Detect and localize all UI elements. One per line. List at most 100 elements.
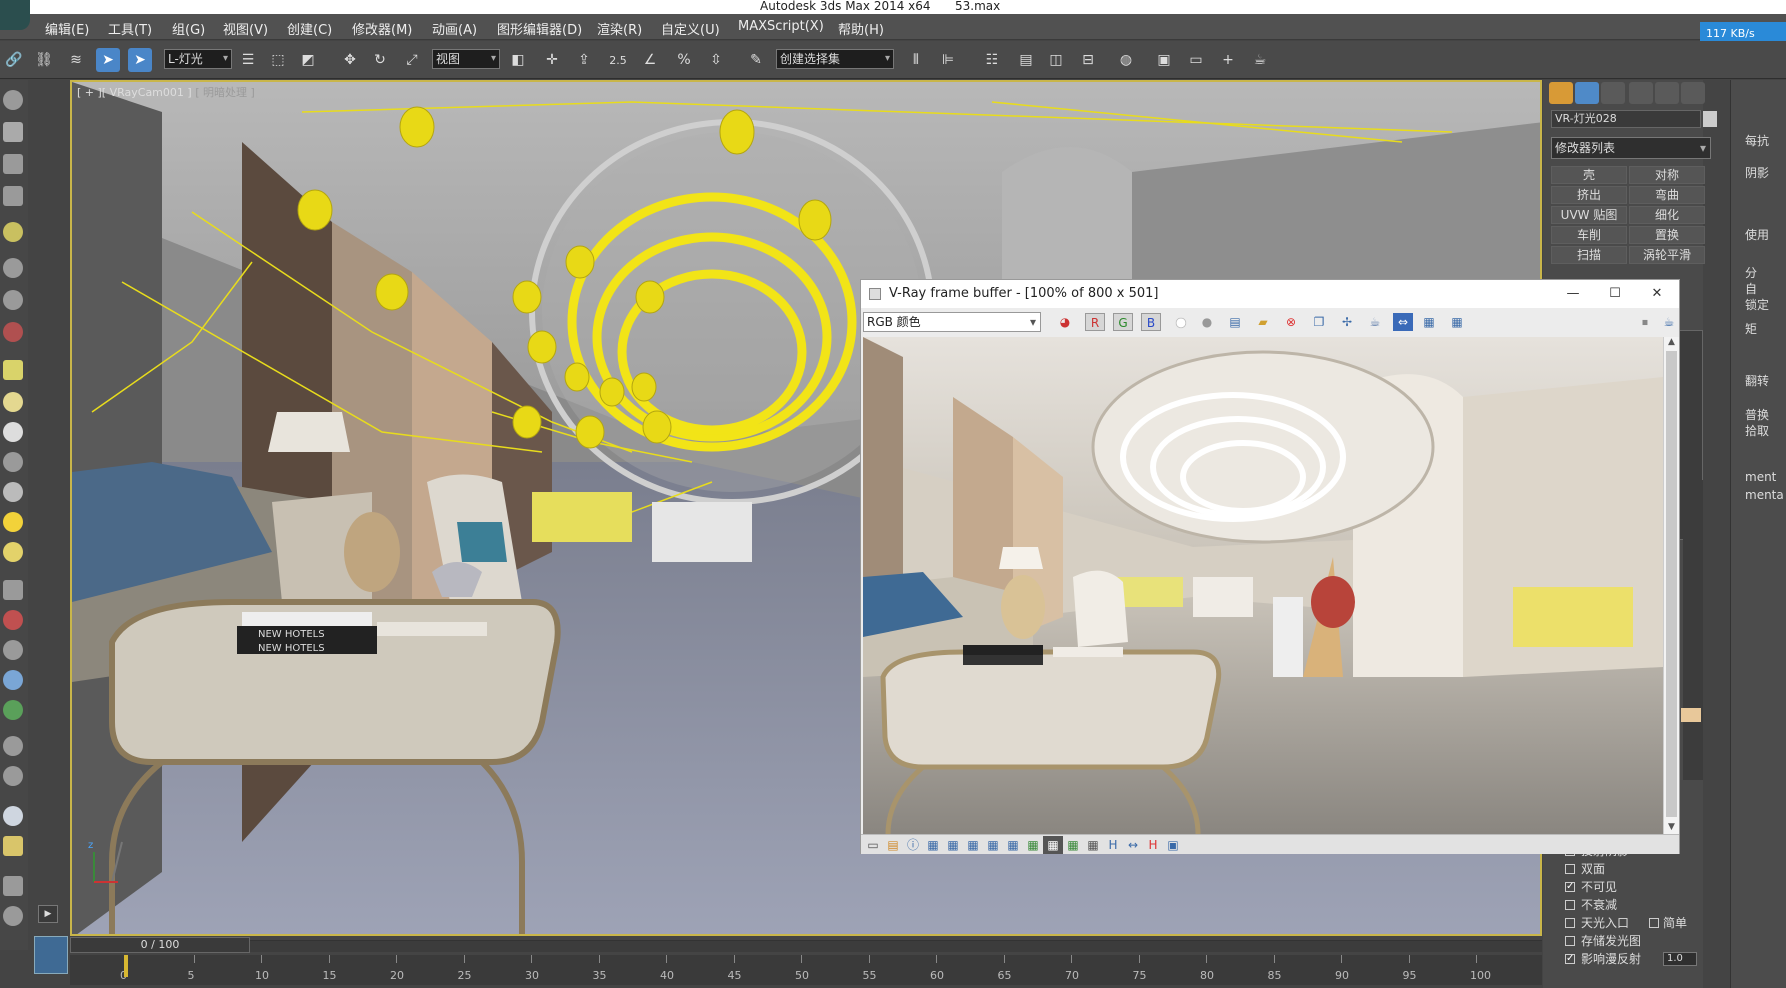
maximize-button[interactable]: ☐ bbox=[1595, 280, 1635, 308]
pixel-aspect-icon[interactable]: ↔ bbox=[1123, 836, 1143, 854]
viewport-shading[interactable]: [ 明暗处理 ] bbox=[195, 86, 255, 99]
mono-icon[interactable]: ● bbox=[1197, 313, 1217, 331]
checkbox-row[interactable]: 双面 bbox=[1563, 860, 1703, 878]
affect-diffuse-value[interactable]: 1.0 bbox=[1663, 952, 1697, 966]
selection-filter-dropdown[interactable]: L-灯光 bbox=[164, 49, 232, 69]
pivot-center-icon[interactable]: ◧ bbox=[506, 48, 530, 72]
book-icon[interactable] bbox=[3, 876, 23, 896]
vfb-title-bar[interactable]: V-Ray frame buffer - [100% of 800 x 501]… bbox=[861, 280, 1679, 308]
time-slider[interactable]: 0 / 100 bbox=[70, 937, 250, 953]
motion-tab-icon[interactable] bbox=[1629, 82, 1653, 104]
camera-icon[interactable] bbox=[3, 258, 23, 278]
invisible-checkbox[interactable] bbox=[1565, 878, 1575, 896]
box-icon[interactable] bbox=[3, 360, 23, 380]
plant-icon[interactable] bbox=[3, 700, 23, 720]
object-color-swatch[interactable] bbox=[1703, 111, 1717, 127]
lut-icon[interactable]: ▦ bbox=[1023, 836, 1043, 854]
load-image-icon[interactable]: ▰ bbox=[1253, 313, 1273, 331]
cone-icon[interactable] bbox=[3, 482, 23, 502]
circle-icon[interactable] bbox=[3, 422, 23, 442]
curves-icon[interactable]: ▦ bbox=[963, 836, 983, 854]
checkbox-row[interactable]: 不衰减 bbox=[1563, 896, 1703, 914]
track-ruler[interactable]: 0510152025303540455055606570758085909510… bbox=[70, 955, 1542, 985]
select-object-icon[interactable]: ➤ bbox=[96, 48, 120, 72]
menu-help[interactable]: 帮助(H) bbox=[838, 19, 884, 38]
sun-icon[interactable] bbox=[3, 512, 23, 532]
color-corrections-icon[interactable]: ▦ bbox=[923, 836, 943, 854]
plus-icon[interactable]: + bbox=[1216, 48, 1240, 72]
affect-diffuse-checkbox[interactable] bbox=[1565, 950, 1575, 968]
bind-spacewarp-icon[interactable]: ≋ bbox=[64, 48, 88, 72]
checkbox-row[interactable]: 存储发光图 bbox=[1563, 932, 1703, 950]
minimize-button[interactable]: — bbox=[1553, 280, 1593, 308]
viewport-camera[interactable]: [ VRayCam001 ] bbox=[102, 86, 192, 99]
track-mouse-icon[interactable]: ✢ bbox=[1337, 313, 1357, 331]
modifier-symmetry-button[interactable]: 对称 bbox=[1629, 166, 1705, 184]
simple-checkbox[interactable] bbox=[1649, 918, 1659, 928]
molecule-icon[interactable] bbox=[3, 322, 23, 342]
snap-toggle-icon[interactable]: 2.5 bbox=[606, 48, 630, 72]
spinner-snap-icon[interactable]: ⇳ bbox=[704, 48, 728, 72]
srgb-icon[interactable]: ▦ bbox=[1063, 836, 1083, 854]
ocio-icon[interactable]: H bbox=[1103, 836, 1123, 854]
vfb-channel-dropdown[interactable]: RGB 颜色 bbox=[863, 312, 1041, 332]
vfb-scrollbar[interactable]: ▲ ▼ bbox=[1663, 337, 1679, 834]
curve-editor-icon[interactable]: ◫ bbox=[1044, 48, 1068, 72]
render-last-icon[interactable]: ▦ bbox=[1447, 313, 1467, 331]
application-button[interactable] bbox=[0, 0, 30, 30]
scroll-up-icon[interactable]: ▲ bbox=[1666, 337, 1677, 349]
list-icon[interactable] bbox=[3, 154, 23, 174]
menu-customize[interactable]: 自定义(U) bbox=[661, 19, 720, 38]
light-bulb-icon[interactable] bbox=[3, 222, 23, 242]
render-setup-icon[interactable]: ▣ bbox=[1152, 48, 1176, 72]
monitor-icon[interactable]: ▭ bbox=[863, 836, 883, 854]
modifier-list-dropdown[interactable]: 修改器列表 ▾ bbox=[1551, 137, 1711, 159]
particles-icon[interactable] bbox=[3, 580, 23, 600]
select-manipulate-icon[interactable]: ✛ bbox=[540, 48, 564, 72]
reference-coordinate-dropdown[interactable]: 视图 bbox=[432, 49, 500, 69]
grid-panel-icon[interactable] bbox=[3, 836, 23, 856]
link-icon[interactable]: 🔗 bbox=[2, 48, 26, 72]
angle-snap-icon[interactable]: ∠ bbox=[638, 48, 662, 72]
menu-tools[interactable]: 工具(T) bbox=[108, 19, 152, 38]
histogram-icon[interactable]: ▦ bbox=[1003, 836, 1023, 854]
menu-maxscript[interactable]: MAXScript(X) bbox=[738, 19, 824, 34]
stop-render-icon[interactable]: ⏹ bbox=[1635, 313, 1655, 331]
play-icon[interactable]: ▶ bbox=[38, 905, 58, 923]
green-channel-button[interactable]: G bbox=[1113, 313, 1133, 331]
key-mode-icon[interactable] bbox=[34, 936, 68, 974]
rendered-frame-window-icon[interactable]: ▭ bbox=[1184, 48, 1208, 72]
color-swatch[interactable] bbox=[1681, 708, 1701, 722]
history-icon[interactable]: ▤ bbox=[883, 836, 903, 854]
blue-channel-button[interactable]: B bbox=[1141, 313, 1161, 331]
hemisphere-icon[interactable] bbox=[3, 392, 23, 412]
hierarchy-tab-icon[interactable] bbox=[1601, 82, 1625, 104]
compare-icon[interactable]: ▣ bbox=[1163, 836, 1183, 854]
close-button[interactable]: ✕ bbox=[1637, 280, 1677, 308]
edit-named-selection-icon[interactable]: ✎ bbox=[744, 48, 768, 72]
modifier-lathe-button[interactable]: 车削 bbox=[1551, 226, 1627, 244]
viewport-menu[interactable]: [ + ] bbox=[77, 86, 102, 99]
window-crossing-icon[interactable]: ◩ bbox=[296, 48, 320, 72]
region-render-icon[interactable]: ⇔ bbox=[1393, 313, 1413, 331]
alpha-white-icon[interactable]: ● bbox=[1171, 313, 1191, 331]
mirror-icon[interactable]: ⫴ bbox=[904, 48, 928, 72]
rotate-icon[interactable]: ↻ bbox=[368, 48, 392, 72]
menu-modifiers[interactable]: 修改器(M) bbox=[352, 19, 412, 38]
object-paint-icon[interactable] bbox=[3, 122, 23, 142]
modifier-sweep-button[interactable]: 扫描 bbox=[1551, 246, 1627, 264]
levels-icon[interactable]: ▦ bbox=[943, 836, 963, 854]
skylight-portal-checkbox[interactable] bbox=[1565, 918, 1575, 928]
modifier-bend-button[interactable]: 弯曲 bbox=[1629, 186, 1705, 204]
render-teapot-icon[interactable]: ☕ bbox=[1248, 48, 1272, 72]
material-editor-icon[interactable]: ◍ bbox=[1114, 48, 1138, 72]
render-region-icon[interactable]: ☕ bbox=[1365, 313, 1385, 331]
double-sided-checkbox[interactable] bbox=[1565, 864, 1575, 874]
unlink-icon[interactable]: ⛓ bbox=[32, 48, 56, 72]
dynamics-icon[interactable] bbox=[3, 610, 23, 630]
dots-icon[interactable] bbox=[3, 766, 23, 786]
modifier-uvw-button[interactable]: UVW 贴图 bbox=[1551, 206, 1627, 224]
checkbox-row[interactable]: 不可见 bbox=[1563, 878, 1703, 896]
store-irradiance-checkbox[interactable] bbox=[1565, 936, 1575, 946]
display-tab-icon[interactable] bbox=[1655, 82, 1679, 104]
